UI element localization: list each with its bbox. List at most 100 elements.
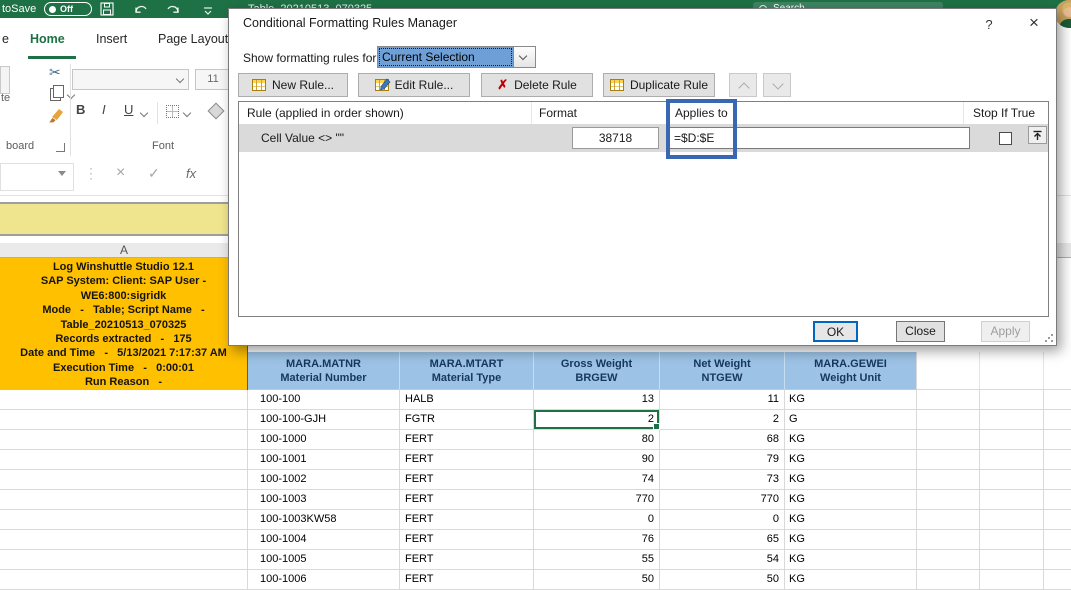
- table-cell[interactable]: 100-1003: [248, 490, 400, 510]
- edit-rule-button[interactable]: Edit Rule...: [358, 73, 470, 97]
- stop-if-true-checkbox[interactable]: [999, 132, 1012, 145]
- table-cell[interactable]: 11: [660, 390, 785, 410]
- table-cell[interactable]: 50: [660, 570, 785, 590]
- cell-col-a[interactable]: [0, 450, 248, 470]
- table-cell[interactable]: 100-1001: [248, 450, 400, 470]
- table-cell[interactable]: 65: [660, 530, 785, 550]
- table-cell[interactable]: FERT: [400, 490, 534, 510]
- table-cell[interactable]: 0: [660, 510, 785, 530]
- table-cell[interactable]: 13: [534, 390, 660, 410]
- table-cell[interactable]: KG: [785, 550, 917, 570]
- column-header-a[interactable]: A: [0, 243, 248, 257]
- insert-function-icon[interactable]: fx: [186, 166, 196, 181]
- paste-button-fragment[interactable]: [0, 66, 10, 94]
- table-cell[interactable]: [917, 470, 980, 490]
- table-cell[interactable]: [1044, 510, 1071, 530]
- table-cell[interactable]: [1044, 490, 1071, 510]
- underline-dropdown-icon[interactable]: [140, 109, 148, 117]
- table-cell[interactable]: 0: [534, 510, 660, 530]
- dialog-help-button[interactable]: ?: [981, 17, 997, 32]
- table-cell[interactable]: FERT: [400, 510, 534, 530]
- cell-col-a[interactable]: [0, 430, 248, 450]
- table-cell[interactable]: FERT: [400, 570, 534, 590]
- rule-row[interactable]: Cell Value <> "" 38718 =$D:$E: [239, 125, 1048, 152]
- scope-combobox[interactable]: Current Selection: [377, 46, 536, 68]
- table-cell[interactable]: [1044, 410, 1071, 430]
- cell-col-a[interactable]: [0, 410, 248, 430]
- fill-handle[interactable]: [653, 423, 660, 430]
- move-rule-down-button[interactable]: [763, 73, 791, 97]
- table-cell[interactable]: 100-100: [248, 390, 400, 410]
- table-cell[interactable]: [917, 410, 980, 430]
- table-cell[interactable]: [1044, 390, 1071, 410]
- table-cell[interactable]: [1044, 570, 1071, 590]
- table-cell[interactable]: [1044, 550, 1071, 570]
- table-cell[interactable]: 100-1004: [248, 530, 400, 550]
- table-cell[interactable]: FGTR: [400, 410, 534, 430]
- table-cell[interactable]: 74: [534, 470, 660, 490]
- file-tab-fragment[interactable]: e: [2, 32, 9, 46]
- table-cell[interactable]: 55: [534, 550, 660, 570]
- table-cell[interactable]: 770: [534, 490, 660, 510]
- underline-button[interactable]: U: [124, 102, 133, 117]
- table-cell[interactable]: [980, 410, 1044, 430]
- tab-insert[interactable]: Insert: [96, 32, 127, 46]
- collapse-dialog-button[interactable]: [1028, 126, 1047, 144]
- table-cell[interactable]: 100-1003KW58: [248, 510, 400, 530]
- table-cell[interactable]: 770: [660, 490, 785, 510]
- table-cell[interactable]: HALB: [400, 390, 534, 410]
- table-cell[interactable]: [1044, 430, 1071, 450]
- borders-button[interactable]: [166, 105, 179, 118]
- table-cell[interactable]: 90: [534, 450, 660, 470]
- table-cell[interactable]: [980, 390, 1044, 410]
- table-cell[interactable]: KG: [785, 390, 917, 410]
- delete-rule-button[interactable]: ✗ Delete Rule: [481, 73, 593, 97]
- cancel-entry-icon[interactable]: ×: [116, 164, 125, 182]
- ok-button[interactable]: OK: [813, 321, 858, 342]
- table-cell[interactable]: [917, 550, 980, 570]
- move-rule-up-button[interactable]: [729, 73, 757, 97]
- cell-col-a[interactable]: [0, 510, 248, 530]
- table-cell[interactable]: KG: [785, 470, 917, 490]
- cell-col-a[interactable]: [0, 550, 248, 570]
- table-cell[interactable]: KG: [785, 570, 917, 590]
- scope-dropdown-button[interactable]: [513, 47, 535, 67]
- cut-icon[interactable]: ✂: [49, 64, 61, 81]
- table-cell[interactable]: 80: [534, 430, 660, 450]
- column-header-cell[interactable]: MARA.MTARTMaterial Type: [400, 352, 534, 390]
- table-cell[interactable]: 100-1000: [248, 430, 400, 450]
- table-cell[interactable]: 76: [534, 530, 660, 550]
- bold-button[interactable]: B: [76, 102, 85, 117]
- table-cell[interactable]: [917, 450, 980, 470]
- table-cell[interactable]: 100-1005: [248, 550, 400, 570]
- table-cell[interactable]: KG: [785, 510, 917, 530]
- font-name-select[interactable]: [72, 69, 189, 90]
- table-cell[interactable]: [980, 550, 1044, 570]
- table-cell[interactable]: KG: [785, 530, 917, 550]
- duplicate-rule-button[interactable]: Duplicate Rule: [603, 73, 715, 97]
- table-cell[interactable]: 100-1006: [248, 570, 400, 590]
- table-cell[interactable]: [980, 430, 1044, 450]
- tab-page-layout[interactable]: Page Layout: [158, 32, 228, 46]
- table-cell[interactable]: [980, 490, 1044, 510]
- table-cell[interactable]: [1044, 530, 1071, 550]
- copy-dropdown-icon[interactable]: [67, 91, 75, 99]
- table-cell[interactable]: [980, 570, 1044, 590]
- applies-to-input[interactable]: =$D:$E: [668, 127, 970, 149]
- account-avatar[interactable]: [1055, 0, 1071, 28]
- new-rule-button[interactable]: New Rule...: [238, 73, 348, 97]
- cell-col-a[interactable]: [0, 390, 248, 410]
- undo-icon[interactable]: [133, 2, 147, 16]
- table-cell[interactable]: 2: [534, 410, 660, 430]
- dialog-close-icon[interactable]: ×: [1024, 13, 1044, 33]
- customize-toolbar-icon[interactable]: [203, 4, 217, 18]
- tab-home[interactable]: Home: [30, 32, 65, 46]
- table-cell[interactable]: [1044, 450, 1071, 470]
- table-cell[interactable]: 73: [660, 470, 785, 490]
- borders-dropdown-icon[interactable]: [183, 109, 191, 117]
- table-cell[interactable]: [980, 470, 1044, 490]
- table-cell[interactable]: 100-1002: [248, 470, 400, 490]
- table-cell[interactable]: 79: [660, 450, 785, 470]
- table-cell[interactable]: KG: [785, 450, 917, 470]
- table-cell[interactable]: 54: [660, 550, 785, 570]
